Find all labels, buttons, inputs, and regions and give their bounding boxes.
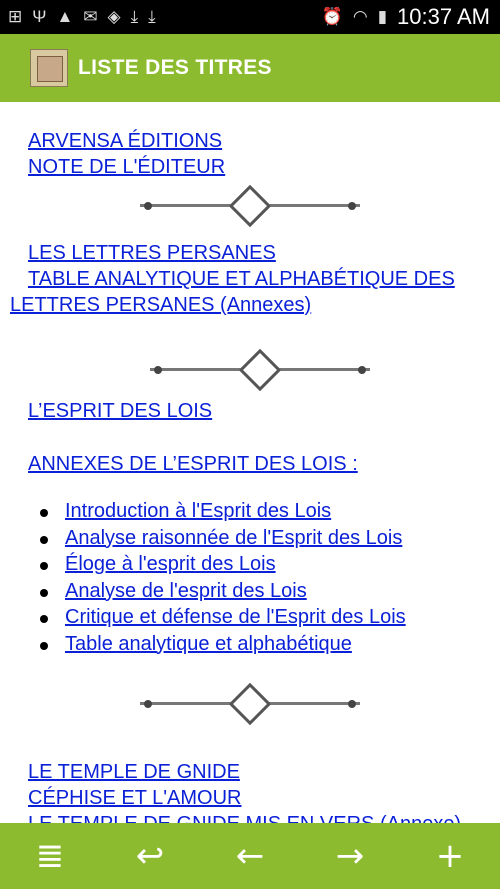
toc-content[interactable]: ARVENSA ÉDITIONS NOTE DE L'ÉDITEUR LES L… bbox=[0, 102, 500, 823]
mail-blocked-icon: ✉ bbox=[83, 7, 98, 26]
list-item: Analyse raisonnée de l'Esprit des Lois bbox=[28, 527, 406, 554]
list-item: Introduction à l'Esprit des Lois bbox=[28, 500, 406, 527]
shield-icon: ◈ bbox=[107, 7, 121, 26]
link-temple-gnide[interactable]: LE TEMPLE DE GNIDE bbox=[28, 761, 240, 784]
battery-charging-icon: ▮ bbox=[377, 7, 388, 26]
ornament-divider bbox=[140, 682, 360, 726]
list-item: Analyse de l'esprit des Lois bbox=[28, 580, 406, 607]
add-button[interactable]: + bbox=[420, 826, 480, 886]
download-icon: ⤓ bbox=[130, 7, 139, 26]
link-annexes-esprit[interactable]: ANNEXES DE L’ESPRIT DES LOIS : bbox=[28, 453, 358, 476]
warning-icon: ▲ bbox=[56, 7, 74, 26]
toc-button[interactable]: ≣ bbox=[20, 826, 80, 886]
download-icon: ⤓ bbox=[148, 7, 156, 26]
undo-icon: ↩ bbox=[135, 836, 165, 876]
arrow-left-icon: ← bbox=[235, 836, 265, 876]
link-critique-defense[interactable]: Critique et défense de l'Esprit des Lois bbox=[65, 606, 406, 628]
list-item: Éloge à l'esprit des Lois bbox=[28, 553, 406, 580]
link-table-analytique[interactable]: Table analytique et alphabétique bbox=[65, 633, 352, 655]
link-table-lettres-persanes-cont[interactable]: LETTRES PERSANES (Annexes) bbox=[10, 294, 311, 317]
app-title: LISTE DES TITRES bbox=[78, 56, 272, 79]
ornament-divider bbox=[150, 348, 370, 392]
link-cephise-amour[interactable]: CÉPHISE ET L'AMOUR bbox=[28, 787, 242, 810]
app-bar: LISTE DES TITRES bbox=[0, 34, 500, 102]
link-note-editeur[interactable]: NOTE DE L'ÉDITEUR bbox=[28, 156, 225, 179]
link-analyse-raisonnee[interactable]: Analyse raisonnée de l'Esprit des Lois bbox=[65, 527, 402, 549]
return-button[interactable]: ↩ bbox=[120, 826, 180, 886]
link-lettres-persanes[interactable]: LES LETTRES PERSANES bbox=[28, 242, 276, 265]
link-temple-gnide-vers[interactable]: LE TEMPLE DE GNIDE MIS EN VERS (Annexe) bbox=[28, 813, 461, 823]
system-icons: ⏰ ◠ ▮ 10:37 AM bbox=[322, 4, 490, 30]
alarm-icon: ⏰ bbox=[321, 7, 343, 26]
usb-icon: Ψ bbox=[32, 7, 47, 26]
book-cover-icon[interactable] bbox=[30, 49, 68, 87]
link-analyse[interactable]: Analyse de l'esprit des Lois bbox=[65, 580, 307, 602]
notification-icons: ⊞ Ψ ▲ ✉ ◈ ⤓ ⤓ bbox=[8, 7, 156, 27]
status-bar: ⊞ Ψ ▲ ✉ ◈ ⤓ ⤓ ⏰ ◠ ▮ 10:37 AM bbox=[0, 0, 500, 34]
link-arvensa-editions[interactable]: ARVENSA ÉDITIONS bbox=[28, 130, 222, 153]
list-item: Table analytique et alphabétique bbox=[28, 633, 406, 660]
link-esprit-des-lois[interactable]: L’ESPRIT DES LOIS bbox=[28, 400, 212, 423]
bottom-nav-bar: ≣ ↩ ← → + bbox=[0, 823, 500, 889]
plus-icon: + bbox=[435, 836, 465, 876]
plus-square-icon: ⊞ bbox=[8, 7, 23, 26]
annexes-list: Introduction à l'Esprit des Lois Analyse… bbox=[28, 500, 406, 659]
ornament-divider bbox=[140, 184, 360, 228]
forward-button[interactable]: → bbox=[320, 826, 380, 886]
list-icon: ≣ bbox=[35, 836, 65, 876]
link-table-lettres-persanes[interactable]: TABLE ANALYTIQUE ET ALPHABÉTIQUE DES bbox=[28, 268, 455, 291]
link-eloge[interactable]: Éloge à l'esprit des Lois bbox=[65, 553, 276, 575]
list-item: Critique et défense de l'Esprit des Lois bbox=[28, 606, 406, 633]
arrow-right-icon: → bbox=[335, 836, 365, 876]
wifi-icon: ◠ bbox=[352, 7, 368, 26]
clock: 10:37 AM bbox=[397, 4, 490, 29]
back-button[interactable]: ← bbox=[220, 826, 280, 886]
link-introduction[interactable]: Introduction à l'Esprit des Lois bbox=[65, 500, 331, 522]
